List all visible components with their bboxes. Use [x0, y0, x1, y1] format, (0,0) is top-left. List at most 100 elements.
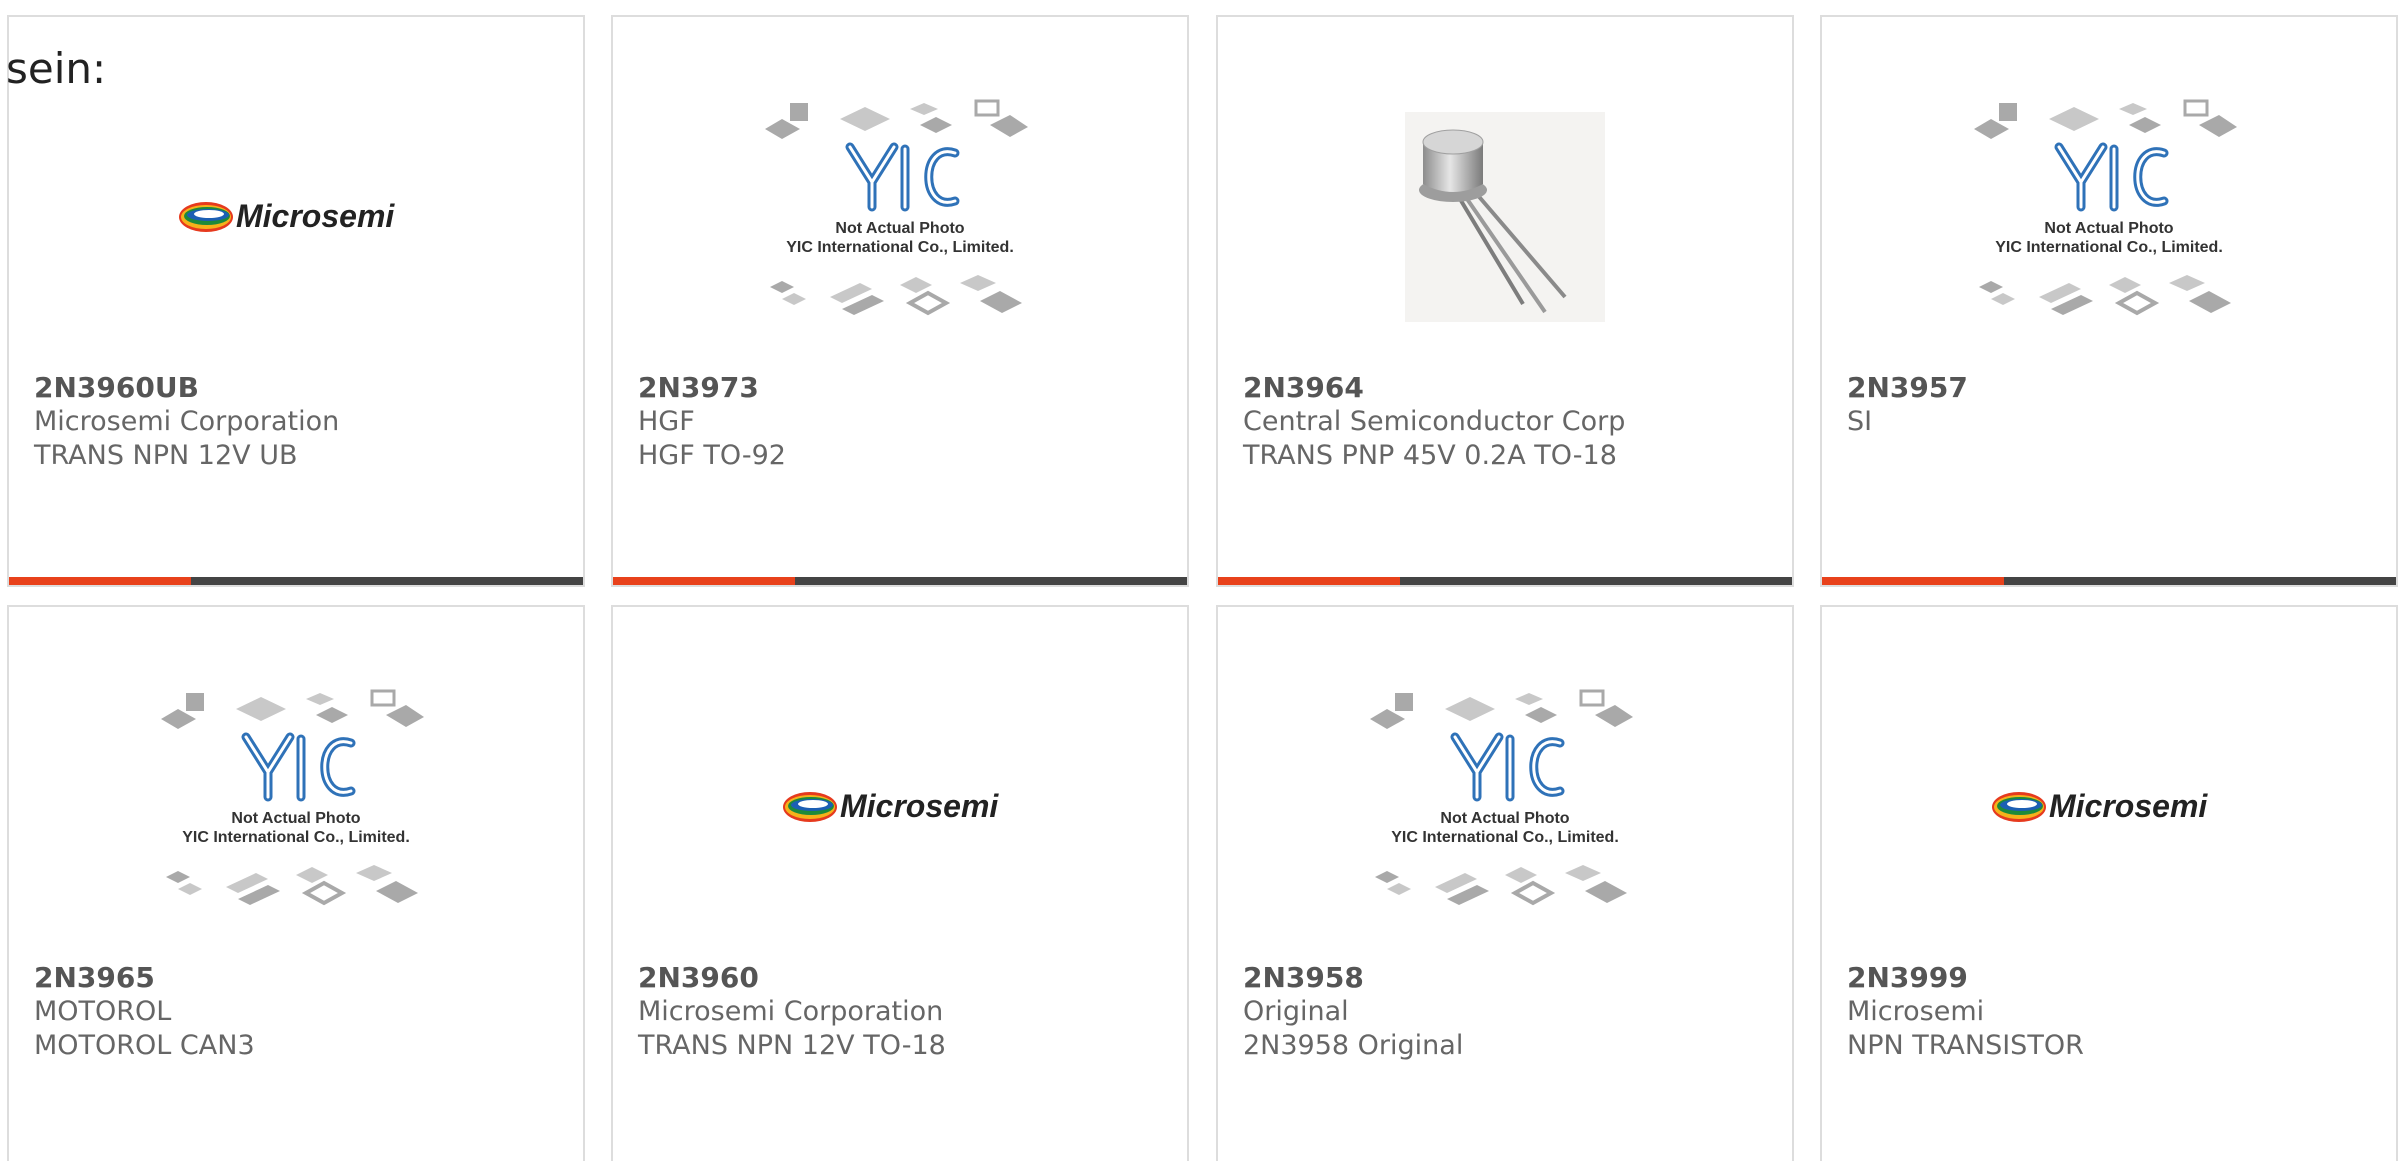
product-card[interactable]: Not Actual Photo YIC International Co., L… — [611, 15, 1189, 587]
placeholder-caption-line2: YIC International Co., Limited. — [1995, 239, 2223, 256]
chip-icon — [1505, 867, 1537, 883]
card-accent-bar — [1822, 577, 2004, 585]
chip-icon — [1445, 697, 1495, 721]
chip-icon — [920, 117, 952, 133]
chip-icon — [1510, 880, 1556, 906]
manufacturer-name: Microsemi — [1847, 996, 1985, 1027]
chip-icon — [960, 275, 996, 291]
product-description: HGF TO-92 — [638, 440, 786, 471]
product-grid-page: sein: Microsemi 2N3960UB Microsemi Corpora… — [0, 0, 2400, 1161]
lead-text: sein: — [6, 44, 107, 93]
chip-icon — [1395, 693, 1413, 711]
product-image[interactable] — [1218, 67, 1792, 367]
product-image[interactable]: Not Actual Photo YIC International Co., L… — [9, 657, 583, 957]
product-image[interactable]: Microsemi — [9, 67, 583, 367]
chip-icon — [782, 293, 806, 305]
manufacturer-name: HGF — [638, 406, 695, 437]
product-info: 2N3958 Original 2N3958 Original — [1243, 961, 1782, 1063]
product-card[interactable]: Not Actual Photo YIC International Co., L… — [1820, 15, 2398, 587]
chip-icon — [2119, 103, 2147, 115]
chip-icon — [178, 883, 202, 895]
placeholder-caption-line2: YIC International Co., Limited. — [1391, 829, 1619, 846]
chip-icon — [905, 290, 951, 316]
chip-icon — [306, 693, 334, 705]
product-card[interactable]: Microsemi 2N3960 Microsemi Corporation TRAN… — [611, 605, 1189, 1161]
chip-icon — [1525, 707, 1557, 723]
chip-icon — [770, 281, 794, 293]
part-number-link[interactable]: 2N3957 — [1847, 371, 2386, 405]
part-number-link[interactable]: 2N3965 — [34, 961, 573, 995]
yic-logo — [2054, 142, 2169, 212]
yic-logo — [1450, 732, 1565, 802]
chip-icon — [301, 880, 347, 906]
chip-icon — [2049, 107, 2099, 131]
product-image[interactable]: Not Actual Photo YIC International Co., L… — [613, 67, 1187, 367]
chip-icon — [161, 709, 196, 729]
yic-placeholder-image: Not Actual Photo YIC International Co., L… — [161, 689, 424, 906]
chip-icon — [2199, 115, 2237, 137]
logo-swirl-center — [194, 210, 224, 218]
product-image[interactable]: Microsemi — [613, 657, 1187, 957]
placeholder-caption-line2: YIC International Co., Limited. — [786, 239, 1014, 256]
chip-icon — [1515, 693, 1543, 705]
chip-icon — [1375, 871, 1399, 883]
chip-icon — [316, 707, 348, 723]
logo-swirl-center — [2007, 800, 2037, 808]
product-card[interactable]: Not Actual Photo YIC International Co., L… — [1216, 605, 1794, 1161]
placeholder-caption-line1: Not Actual Photo — [231, 810, 360, 827]
card-bottom-bar — [613, 577, 1187, 585]
chip-icon — [2169, 275, 2205, 291]
product-card[interactable]: Microsemi 2N3999 Microsemi NPN TRANSISTOR — [1820, 605, 2398, 1161]
part-number-link[interactable]: 2N3973 — [638, 371, 1177, 405]
chip-icon — [1999, 103, 2017, 121]
chip-icon — [166, 871, 190, 883]
microsemi-logo: Microsemi — [1992, 788, 2208, 824]
manufacturer-name: Central Semiconductor Corp — [1243, 406, 1626, 437]
chip-icon — [990, 115, 1028, 137]
yic-placeholder-image: Not Actual Photo YIC International Co., L… — [1370, 689, 1633, 906]
chip-icon — [2114, 290, 2160, 316]
card-accent-bar — [613, 577, 795, 585]
product-description: TRANS NPN 12V UB — [34, 440, 298, 471]
product-info: 2N3973 HGF HGF TO-92 — [638, 371, 1177, 473]
chip-icon — [2129, 117, 2161, 133]
product-image[interactable]: Microsemi — [1822, 657, 2396, 957]
chip-icon — [1579, 689, 1605, 707]
part-number-link[interactable]: 2N3964 — [1243, 371, 1782, 405]
chip-icon — [1974, 119, 2009, 139]
product-description: TRANS PNP 45V 0.2A TO-18 — [1243, 440, 1617, 471]
product-card[interactable]: Not Actual Photo YIC International Co., L… — [7, 605, 585, 1161]
card-bottom-bar — [1822, 577, 2396, 585]
chip-icon — [296, 867, 328, 883]
part-number-link[interactable]: 2N3960 — [638, 961, 1177, 995]
chip-icon — [765, 119, 800, 139]
chip-icon — [2189, 291, 2231, 313]
transistor-top — [1422, 129, 1484, 155]
product-card[interactable]: 2N3964 Central Semiconductor Corp TRANS PN… — [1216, 15, 1794, 587]
chip-icon — [1565, 865, 1601, 881]
microsemi-logo: Microsemi — [179, 198, 395, 234]
part-number-link[interactable]: 2N3999 — [1847, 961, 2386, 995]
transistor-photo — [1405, 112, 1605, 322]
chip-icon — [376, 881, 418, 903]
product-description: TRANS NPN 12V TO-18 — [638, 1030, 946, 1061]
product-card[interactable]: Microsemi 2N3960UB Microsemi Corporation TR… — [7, 15, 585, 587]
product-image[interactable]: Not Actual Photo YIC International Co., L… — [1822, 67, 2396, 367]
yic-placeholder-image: Not Actual Photo YIC International Co., L… — [765, 99, 1028, 316]
part-number-link[interactable]: 2N3960UB — [34, 371, 573, 405]
placeholder-caption-line1: Not Actual Photo — [1440, 810, 1569, 827]
product-info: 2N3960UB Microsemi Corporation TRANS NPN 1… — [34, 371, 573, 473]
part-number-link[interactable]: 2N3958 — [1243, 961, 1782, 995]
chip-icon — [186, 693, 204, 711]
product-info: 2N3957 SI — [1847, 371, 2386, 439]
manufacturer-name: Original — [1243, 996, 1349, 1027]
card-accent-bar — [1218, 577, 1400, 585]
chip-icon — [790, 103, 808, 121]
product-info: 2N3960 Microsemi Corporation TRANS NPN 12V… — [638, 961, 1177, 1063]
chip-icon — [2183, 99, 2209, 117]
placeholder-caption-line1: Not Actual Photo — [2044, 220, 2173, 237]
yic-logo — [845, 142, 960, 212]
product-description: MOTOROL CAN3 — [34, 1030, 255, 1061]
chip-icon — [370, 689, 396, 707]
product-image[interactable]: Not Actual Photo YIC International Co., L… — [1218, 657, 1792, 957]
